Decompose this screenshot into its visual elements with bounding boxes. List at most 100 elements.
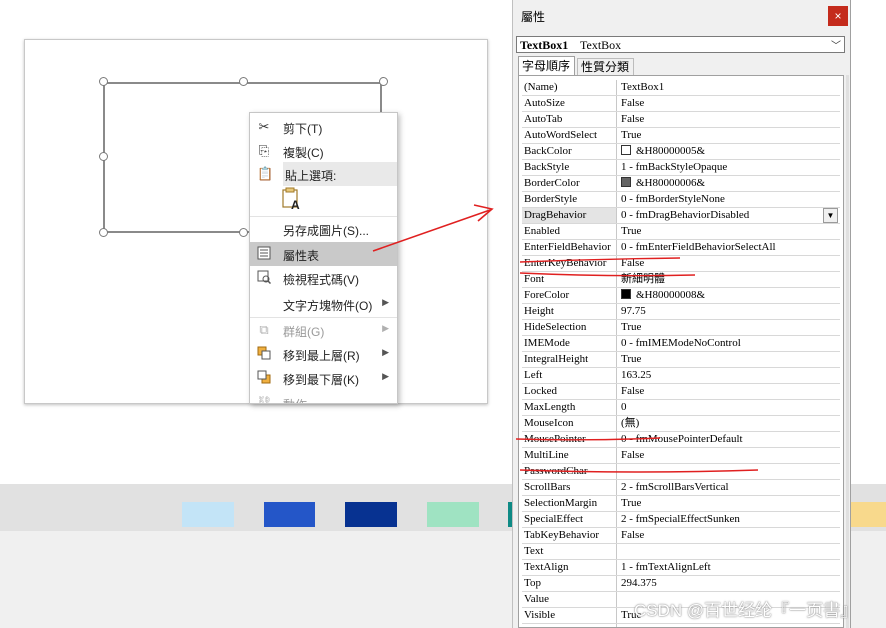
property-value[interactable]: TextBox1 — [618, 80, 840, 95]
property-row[interactable]: (Name) TextBox1 — [522, 80, 840, 96]
property-value[interactable]: 163.25 — [618, 368, 840, 383]
property-value[interactable]: 1 - fmTextAlignLeft — [618, 560, 840, 575]
property-row[interactable]: TabKeyBehavior False — [522, 528, 840, 544]
menu-item-save-as-picture[interactable]: 另存成圖片(S)... — [250, 216, 397, 241]
property-value[interactable]: 294.375 — [618, 576, 840, 591]
property-value[interactable]: 180 — [618, 624, 840, 627]
property-value[interactable] — [618, 464, 840, 479]
property-row[interactable]: BorderStyle 0 - fmBorderStyleNone — [522, 192, 840, 208]
paste-keep-text-only-icon[interactable]: A — [281, 187, 303, 212]
property-name: BorderColor — [522, 176, 617, 191]
property-row[interactable]: EnterFieldBehavior 0 - fmEnterFieldBehavi… — [522, 240, 840, 256]
view-code-icon — [256, 270, 272, 286]
property-row[interactable]: HideSelection True — [522, 320, 840, 336]
tab-categorized[interactable]: 性質分類 — [577, 58, 634, 75]
property-row[interactable]: MousePointer 0 - fmMousePointerDefault — [522, 432, 840, 448]
dropdown-button[interactable]: ▼ — [823, 208, 838, 223]
color-swatch[interactable] — [182, 502, 234, 527]
resize-handle[interactable] — [379, 77, 388, 86]
color-swatch[interactable] — [846, 502, 886, 527]
property-row[interactable]: AutoTab False — [522, 112, 840, 128]
property-row[interactable]: ForeColor &H80000008& — [522, 288, 840, 304]
property-value[interactable]: 新細明體 — [618, 272, 840, 287]
property-value[interactable]: 0 - fmIMEModeNoControl — [618, 336, 840, 351]
property-row[interactable]: Width180 — [522, 624, 840, 627]
property-value[interactable]: False — [618, 528, 840, 543]
property-name: ForeColor — [522, 288, 617, 303]
object-selector-dropdown[interactable]: TextBox1 TextBox ﹀ — [516, 36, 845, 53]
property-row[interactable]: Height 97.75 — [522, 304, 840, 320]
menu-item-bring-to-front[interactable]: 移到最上層(R) ▶ — [250, 342, 397, 366]
property-value[interactable]: True — [618, 320, 840, 335]
property-row[interactable]: BorderColor &H80000006& — [522, 176, 840, 192]
menu-item-group: ⧉ 群組(G) ▶ — [250, 317, 397, 342]
property-value[interactable]: False — [618, 112, 840, 127]
tab-alphabetic[interactable]: 字母順序 — [518, 56, 575, 75]
property-row[interactable]: Text — [522, 544, 840, 560]
property-name: AutoTab — [522, 112, 617, 127]
property-value[interactable] — [618, 544, 840, 559]
menu-item-textbox-object[interactable]: 文字方塊物件(O) ▶ — [250, 292, 397, 316]
property-row[interactable]: BackStyle 1 - fmBackStyleOpaque — [522, 160, 840, 176]
menu-item-cut[interactable]: ✂ 剪下(T) — [250, 115, 397, 139]
property-value-text: 2 - fmScrollBarsVertical — [621, 481, 729, 493]
property-value[interactable]: 0 - fmEnterFieldBehaviorSelectAll — [618, 240, 840, 255]
color-chip — [621, 177, 631, 187]
property-row[interactable]: Enabled True — [522, 224, 840, 240]
resize-handle[interactable] — [99, 152, 108, 161]
property-row[interactable]: Locked False — [522, 384, 840, 400]
resize-handle[interactable] — [239, 228, 248, 237]
property-row[interactable]: MaxLength 0 — [522, 400, 840, 416]
property-row[interactable]: EnterKeyBehavior False — [522, 256, 840, 272]
property-value[interactable]: True — [618, 496, 840, 511]
property-value[interactable]: False — [618, 96, 840, 111]
color-swatch[interactable] — [345, 502, 397, 527]
menu-item-view-code[interactable]: 檢視程式碼(V) — [250, 266, 397, 290]
property-value[interactable]: 0 - fmDragBehaviorDisabled ▼ — [618, 208, 840, 223]
property-row[interactable]: SpecialEffect 2 - fmSpecialEffectSunken — [522, 512, 840, 528]
resize-handle[interactable] — [239, 77, 248, 86]
property-value[interactable]: (無) — [618, 416, 840, 431]
property-value[interactable]: 0 — [618, 400, 840, 415]
property-row[interactable]: AutoWordSelect True — [522, 128, 840, 144]
property-row[interactable]: MouseIcon (無) — [522, 416, 840, 432]
property-value[interactable]: 1 - fmBackStyleOpaque — [618, 160, 840, 175]
property-value[interactable]: True — [618, 352, 840, 367]
property-value[interactable]: 2 - fmScrollBarsVertical — [618, 480, 840, 495]
property-value-text: 163.25 — [621, 369, 652, 381]
property-value[interactable]: 97.75 — [618, 304, 840, 319]
property-row[interactable]: AutoSize False — [522, 96, 840, 112]
property-row[interactable]: Top 294.375 — [522, 576, 840, 592]
property-row[interactable]: IntegralHeight True — [522, 352, 840, 368]
property-row[interactable]: PasswordChar — [522, 464, 840, 480]
property-value[interactable]: &H80000005& — [618, 144, 840, 159]
resize-handle[interactable] — [99, 77, 108, 86]
property-value[interactable]: False — [618, 256, 840, 271]
property-value[interactable]: 0 - fmMousePointerDefault — [618, 432, 840, 447]
menu-item-copy[interactable]: ⎘ 複製(C) — [250, 139, 397, 163]
property-row[interactable]: BackColor &H80000005& — [522, 144, 840, 160]
property-value[interactable]: True — [618, 128, 840, 143]
close-button[interactable]: × — [828, 6, 848, 26]
color-swatch[interactable] — [264, 502, 315, 527]
property-value[interactable]: 2 - fmSpecialEffectSunken — [618, 512, 840, 527]
property-value[interactable]: False — [618, 384, 840, 399]
property-value[interactable]: 0 - fmBorderStyleNone — [618, 192, 840, 207]
property-row[interactable]: Left 163.25 — [522, 368, 840, 384]
property-row[interactable]: MultiLine False — [522, 448, 840, 464]
color-swatch[interactable] — [427, 502, 479, 527]
resize-handle[interactable] — [99, 228, 108, 237]
property-value[interactable]: True — [618, 224, 840, 239]
menu-item-send-to-back[interactable]: 移到最下層(K) ▶ — [250, 366, 397, 390]
property-row[interactable]: ScrollBars 2 - fmScrollBarsVertical — [522, 480, 840, 496]
menu-item-property-sheet[interactable]: 屬性表 — [250, 242, 397, 266]
property-row[interactable]: DragBehavior 0 - fmDragBehaviorDisabled ▼ — [522, 208, 840, 224]
property-row[interactable]: IMEMode 0 - fmIMEModeNoControl — [522, 336, 840, 352]
property-row[interactable]: SelectionMargin True — [522, 496, 840, 512]
property-value[interactable]: &H80000006& — [618, 176, 840, 191]
properties-scrollbar[interactable] — [846, 75, 849, 628]
property-value[interactable]: &H80000008& — [618, 288, 840, 303]
property-row[interactable]: TextAlign 1 - fmTextAlignLeft — [522, 560, 840, 576]
property-value[interactable]: False — [618, 448, 840, 463]
property-row[interactable]: Font 新細明體 — [522, 272, 840, 288]
